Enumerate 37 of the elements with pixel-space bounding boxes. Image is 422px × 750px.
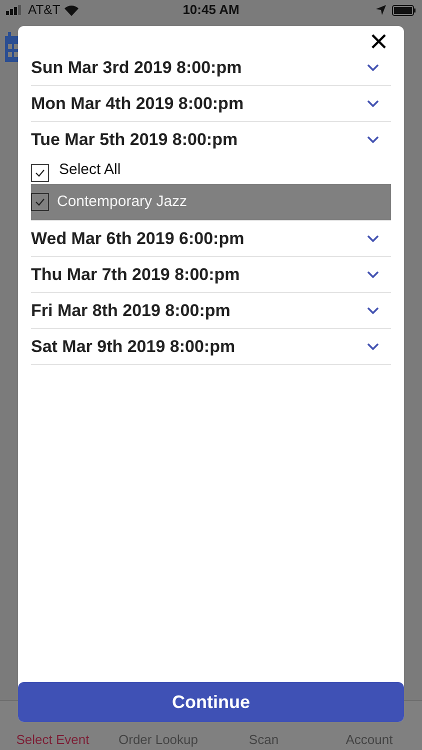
check-icon: [35, 169, 45, 177]
event-row[interactable]: Sat Mar 9th 2019 8:00:pm: [31, 329, 391, 365]
event-date: Mon Mar 4th 2019 8:00:pm: [31, 92, 244, 115]
option-label: Contemporary Jazz: [57, 192, 188, 212]
event-date: Thu Mar 7th 2019 8:00:pm: [31, 264, 240, 286]
chevron-icon: [367, 136, 379, 144]
location-icon: [376, 5, 386, 15]
chevron-icon: [367, 342, 379, 350]
select-all-label: Select All: [59, 160, 121, 180]
calendar-icon: [5, 32, 18, 62]
event-row[interactable]: Fri Mar 8th 2019 8:00:pm: [31, 293, 391, 329]
chevron-icon: [367, 234, 379, 242]
continue-button[interactable]: Continue: [18, 682, 404, 722]
chevron-icon: [367, 270, 379, 278]
event-date: Fri Mar 8th 2019 8:00:pm: [31, 300, 230, 322]
option-row[interactable]: Contemporary Jazz: [31, 184, 391, 221]
signal-icon: [6, 5, 24, 15]
event-date: Sun Mar 3rd 2019 8:00:pm: [31, 56, 242, 79]
event-date: Wed Mar 6th 2019 6:00:pm: [31, 228, 244, 250]
event-row[interactable]: Wed Mar 6th 2019 6:00:pm: [31, 221, 391, 257]
checkbox[interactable]: [31, 164, 49, 182]
event-date: Sat Mar 9th 2019 8:00:pm: [31, 336, 236, 358]
event-row[interactable]: Tue Mar 5th 2019 8:00:pm: [31, 122, 391, 158]
wifi-icon: [64, 4, 80, 16]
event-row[interactable]: Mon Mar 4th 2019 8:00:pm: [31, 86, 391, 122]
chevron-icon: [367, 100, 379, 108]
close-button[interactable]: ×: [369, 30, 388, 50]
event-row[interactable]: Thu Mar 7th 2019 8:00:pm: [31, 257, 391, 293]
chevron-icon: [367, 64, 379, 72]
chevron-icon: [367, 306, 379, 314]
checkbox[interactable]: [31, 193, 49, 211]
battery-icon: [392, 4, 416, 16]
carrier: AT&T: [28, 1, 60, 20]
event-date: Tue Mar 5th 2019 8:00:pm: [31, 129, 238, 152]
event-row[interactable]: Sun Mar 3rd 2019 8:00:pm: [31, 50, 391, 86]
clock: 10:45 AM: [182, 1, 240, 20]
check-icon: [35, 198, 45, 206]
